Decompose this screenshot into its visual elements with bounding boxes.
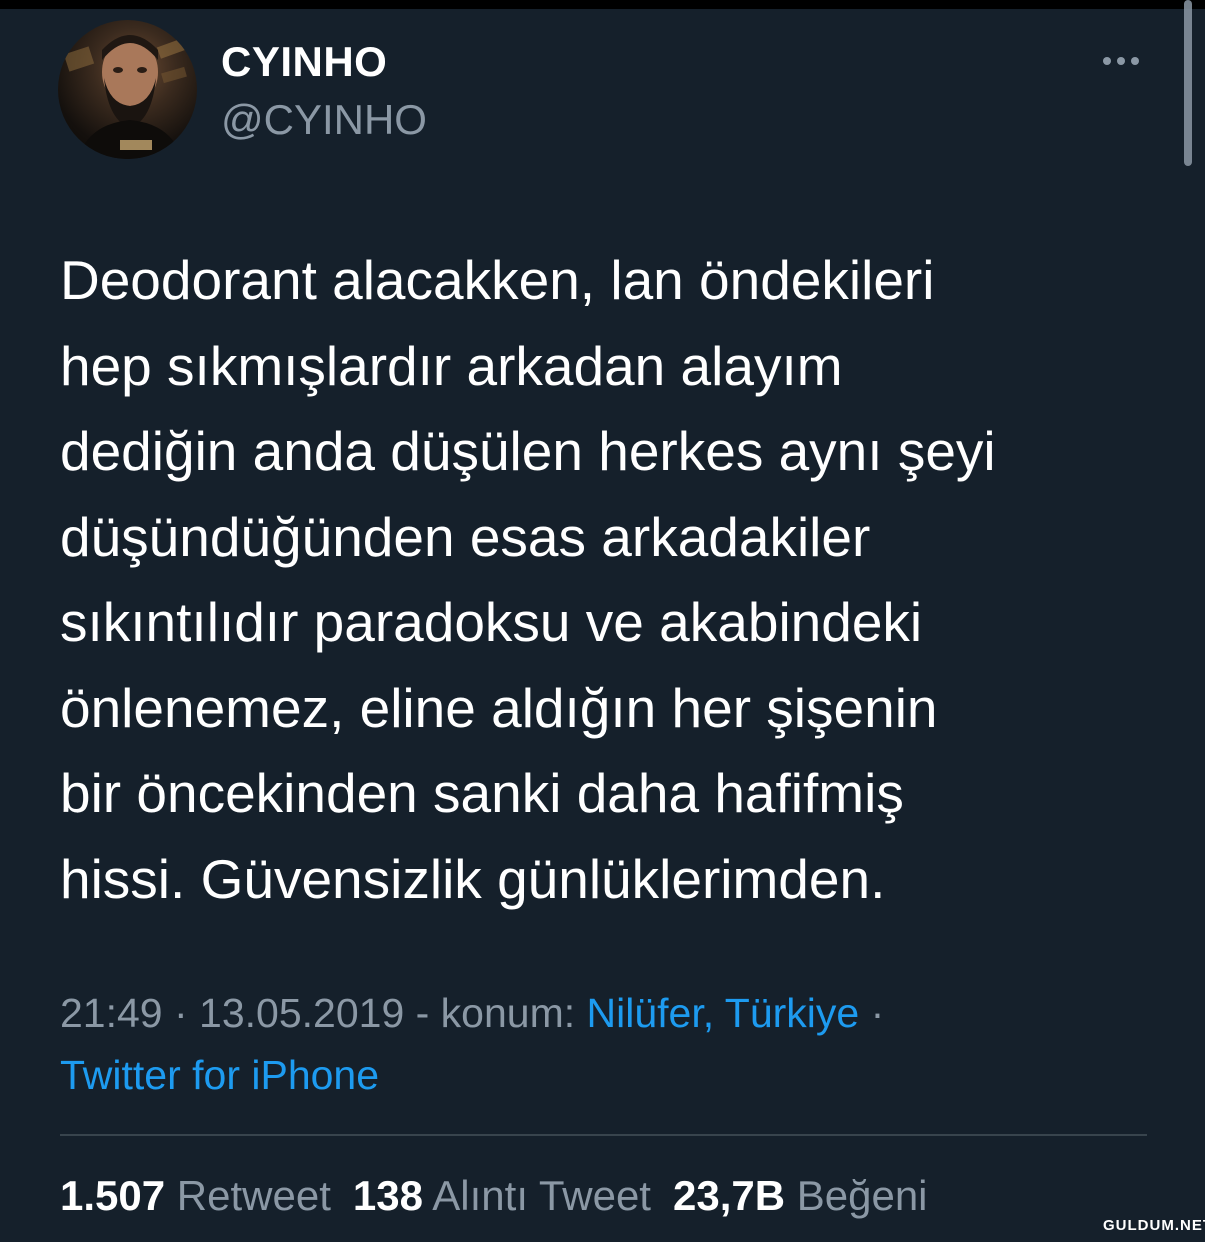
quote-tweet-count-link[interactable]: 138 Alıntı Tweet — [353, 1172, 651, 1219]
user-handle[interactable]: @CYINHO — [221, 96, 427, 144]
retweet-label: Retweet — [176, 1172, 331, 1219]
retweet-count: 1.507 — [60, 1172, 166, 1219]
tweet-time[interactable]: 21:49 — [60, 990, 163, 1036]
tweet-text-line: Deodorant alacakken, lan öndekileri — [60, 249, 935, 311]
more-dot-icon — [1103, 57, 1111, 65]
engagement-stats: 1.507 Retweet 138 Alıntı Tweet 23,7B Beğen… — [60, 1170, 950, 1222]
avatar-photo-icon — [63, 35, 190, 159]
tweet-text: Deodorant alacakken, lan öndekileri hep … — [60, 238, 1170, 922]
watermark: GULDUM.NET — [1103, 1217, 1205, 1234]
tweet-text-line: hissi. Güvensizlik günlüklerimden. — [60, 847, 886, 910]
separator: · — [162, 990, 200, 1036]
tweet-metadata: 21:49 · 13.05.2019 - konum: Nilüfer, Tür… — [60, 982, 1170, 1106]
tweet-text-line: sıkıntılıdır paradoksu ve akabindeki — [60, 591, 923, 653]
source-row: Twitter for iPhone — [60, 1044, 1170, 1106]
tweet-screenshot: CYINHO @CYINHO Deodorant alacakken, lan … — [0, 0, 1205, 1242]
quote-tweet-count: 138 — [352, 1172, 423, 1219]
more-dot-icon — [1131, 57, 1139, 65]
location-prefix: - konum: — [404, 990, 587, 1036]
tweet-text-line: hep sıkmışlardır arkadan alayım — [60, 334, 843, 397]
like-count: 23,7B — [672, 1172, 786, 1219]
scrollbar[interactable] — [1184, 0, 1192, 166]
tweet-text-line: düşündüğünden esas arkadakiler — [60, 505, 871, 568]
divider — [60, 1134, 1147, 1136]
source-link[interactable]: Twitter for iPhone — [60, 1052, 379, 1098]
display-name[interactable]: CYINHO — [221, 38, 387, 86]
tweet-text-line: önlenemez, eline aldığın her şişenin — [60, 676, 938, 739]
more-options-button[interactable] — [1096, 46, 1146, 76]
top-edge — [0, 0, 1205, 9]
timestamp-row: 21:49 · 13.05.2019 - konum: Nilüfer, Tür… — [60, 982, 1170, 1044]
tweet-text-line: dediğin anda düşülen herkes aynı şeyi — [60, 420, 996, 482]
more-dot-icon — [1117, 57, 1125, 65]
tweet-date[interactable]: 13.05.2019 — [199, 990, 404, 1036]
tweet-text-line: bir öncekinden sanki daha hafifmiş — [60, 762, 904, 824]
retweet-count-link[interactable]: 1.507 Retweet — [60, 1172, 331, 1219]
separator: · — [859, 990, 885, 1036]
like-count-link[interactable]: 23,7B Beğeni — [673, 1172, 928, 1219]
avatar[interactable] — [58, 20, 197, 159]
location-link[interactable]: Nilüfer, Türkiye — [587, 990, 860, 1036]
quote-tweet-label: Alıntı Tweet — [432, 1172, 651, 1219]
like-label: Beğeni — [796, 1172, 928, 1219]
